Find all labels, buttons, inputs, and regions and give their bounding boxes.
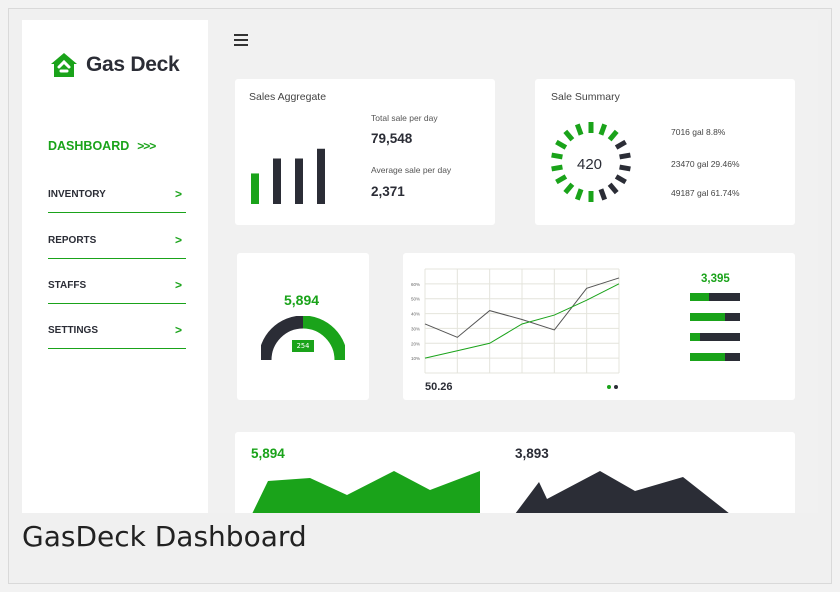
pagination-dots[interactable] <box>607 385 618 389</box>
triple-chevron-icon: >>> <box>137 139 156 153</box>
sidebar-item-staffs[interactable]: STAFFS > <box>48 278 186 304</box>
summary-center-value: 420 <box>577 156 603 173</box>
y-tick-label: 60% <box>411 282 420 287</box>
hbar-fill <box>690 313 725 321</box>
y-tick-label: 30% <box>411 326 420 331</box>
total-sale-value: 79,548 <box>371 131 413 146</box>
chart-reading: 50.26 <box>425 381 453 393</box>
summary-row: 49187 gal 61.74% <box>671 188 740 198</box>
sidebar-item-inventory[interactable]: INVENTORY > <box>48 187 186 213</box>
area-chart-right <box>515 471 729 513</box>
y-tick-label: 10% <box>411 356 420 361</box>
y-tick-label: 20% <box>411 341 420 346</box>
brand-logo[interactable]: Gas Deck <box>50 52 180 78</box>
radial-tick <box>598 188 608 201</box>
radial-tick <box>551 164 563 172</box>
hbar-fill <box>690 293 709 301</box>
radial-tick <box>551 152 563 160</box>
sidebar-item-label: STAFFS <box>48 280 87 291</box>
gauge-badge: 254 <box>292 340 314 352</box>
sales-bar <box>295 158 303 204</box>
area-left-value: 5,894 <box>251 446 285 461</box>
semicircle-gauge <box>261 316 345 361</box>
sidebar-item-label: INVENTORY <box>48 189 106 200</box>
menu-icon[interactable] <box>234 34 248 46</box>
radial-tick <box>598 123 608 136</box>
chevron-right-icon: > <box>174 278 182 292</box>
sale-summary-card: Sale Summary 420 7016 gal 8.8% 23470 gal… <box>535 79 795 225</box>
house-logo-icon <box>51 53 77 77</box>
card-title: Sale Summary <box>551 91 620 103</box>
horizontal-bar-list <box>690 293 740 361</box>
radial-tick <box>563 129 575 142</box>
chevron-right-icon: > <box>174 187 182 201</box>
image-caption: GasDeck Dashboard <box>22 520 307 553</box>
radial-tick <box>574 123 584 136</box>
sidebar-item-label: SETTINGS <box>48 325 99 336</box>
y-tick-label: 50% <box>411 297 420 302</box>
sales-bar <box>317 148 325 204</box>
radial-tick <box>563 182 575 195</box>
dot-active[interactable] <box>607 385 611 389</box>
sidebar: Gas Deck DASHBOARD >>> INVENTORY > REPOR… <box>22 20 208 513</box>
area-charts-card: 5,894 3,893 <box>235 432 795 513</box>
y-tick-label: 40% <box>411 312 420 317</box>
average-sale-value: 2,371 <box>371 184 405 199</box>
chevron-right-icon: > <box>174 233 182 247</box>
summary-row: 23470 gal 29.46% <box>671 159 740 169</box>
radial-tick <box>614 174 627 185</box>
radial-tick <box>619 152 631 160</box>
gauge-card: 5,894 254 <box>237 253 369 400</box>
sidebar-item-settings[interactable]: SETTINGS > <box>48 323 186 349</box>
sales-bar-chart <box>251 148 325 204</box>
sidebar-item-dashboard[interactable]: DASHBOARD >>> <box>48 139 156 153</box>
sidebar-item-label: REPORTS <box>48 235 97 246</box>
sales-aggregate-card: Sales Aggregate Total sale per day 79,54… <box>235 79 495 225</box>
sales-bar <box>273 158 281 204</box>
hbar-value: 3,395 <box>701 273 730 285</box>
hbar-fill <box>690 333 700 341</box>
summary-row: 7016 gal 8.8% <box>671 127 726 137</box>
area-right-value: 3,893 <box>515 446 549 461</box>
gauge-value: 5,894 <box>284 292 320 308</box>
sidebar-item-reports[interactable]: REPORTS > <box>48 233 186 259</box>
radial-tick <box>614 139 627 150</box>
hbar-fill <box>690 353 725 361</box>
gauge-badge-text: 254 <box>296 342 310 350</box>
radial-tick <box>555 139 568 150</box>
radial-tick <box>574 188 584 201</box>
chevron-right-icon: > <box>174 323 182 337</box>
radial-tick <box>619 164 631 172</box>
brand-name: Gas Deck <box>86 53 180 76</box>
average-sale-label: Average sale per day <box>371 165 452 175</box>
area-chart-left <box>252 471 480 513</box>
dot[interactable] <box>614 385 618 389</box>
sales-bar <box>251 173 259 204</box>
dashboard-screenshot: Gas Deck DASHBOARD >>> INVENTORY > REPOR… <box>22 20 818 513</box>
line-chart: 60% 50% 40% 30% 20% 10% <box>411 268 620 374</box>
radial-tick <box>607 129 619 142</box>
card-title: Sales Aggregate <box>249 91 327 103</box>
radial-tick <box>555 174 568 185</box>
radial-tick <box>607 182 619 195</box>
total-sale-label: Total sale per day <box>371 113 438 123</box>
sidebar-item-label: DASHBOARD <box>48 139 130 153</box>
line-chart-card: 60% 50% 40% 30% 20% 10% 50.26 3,395 <box>403 253 795 400</box>
